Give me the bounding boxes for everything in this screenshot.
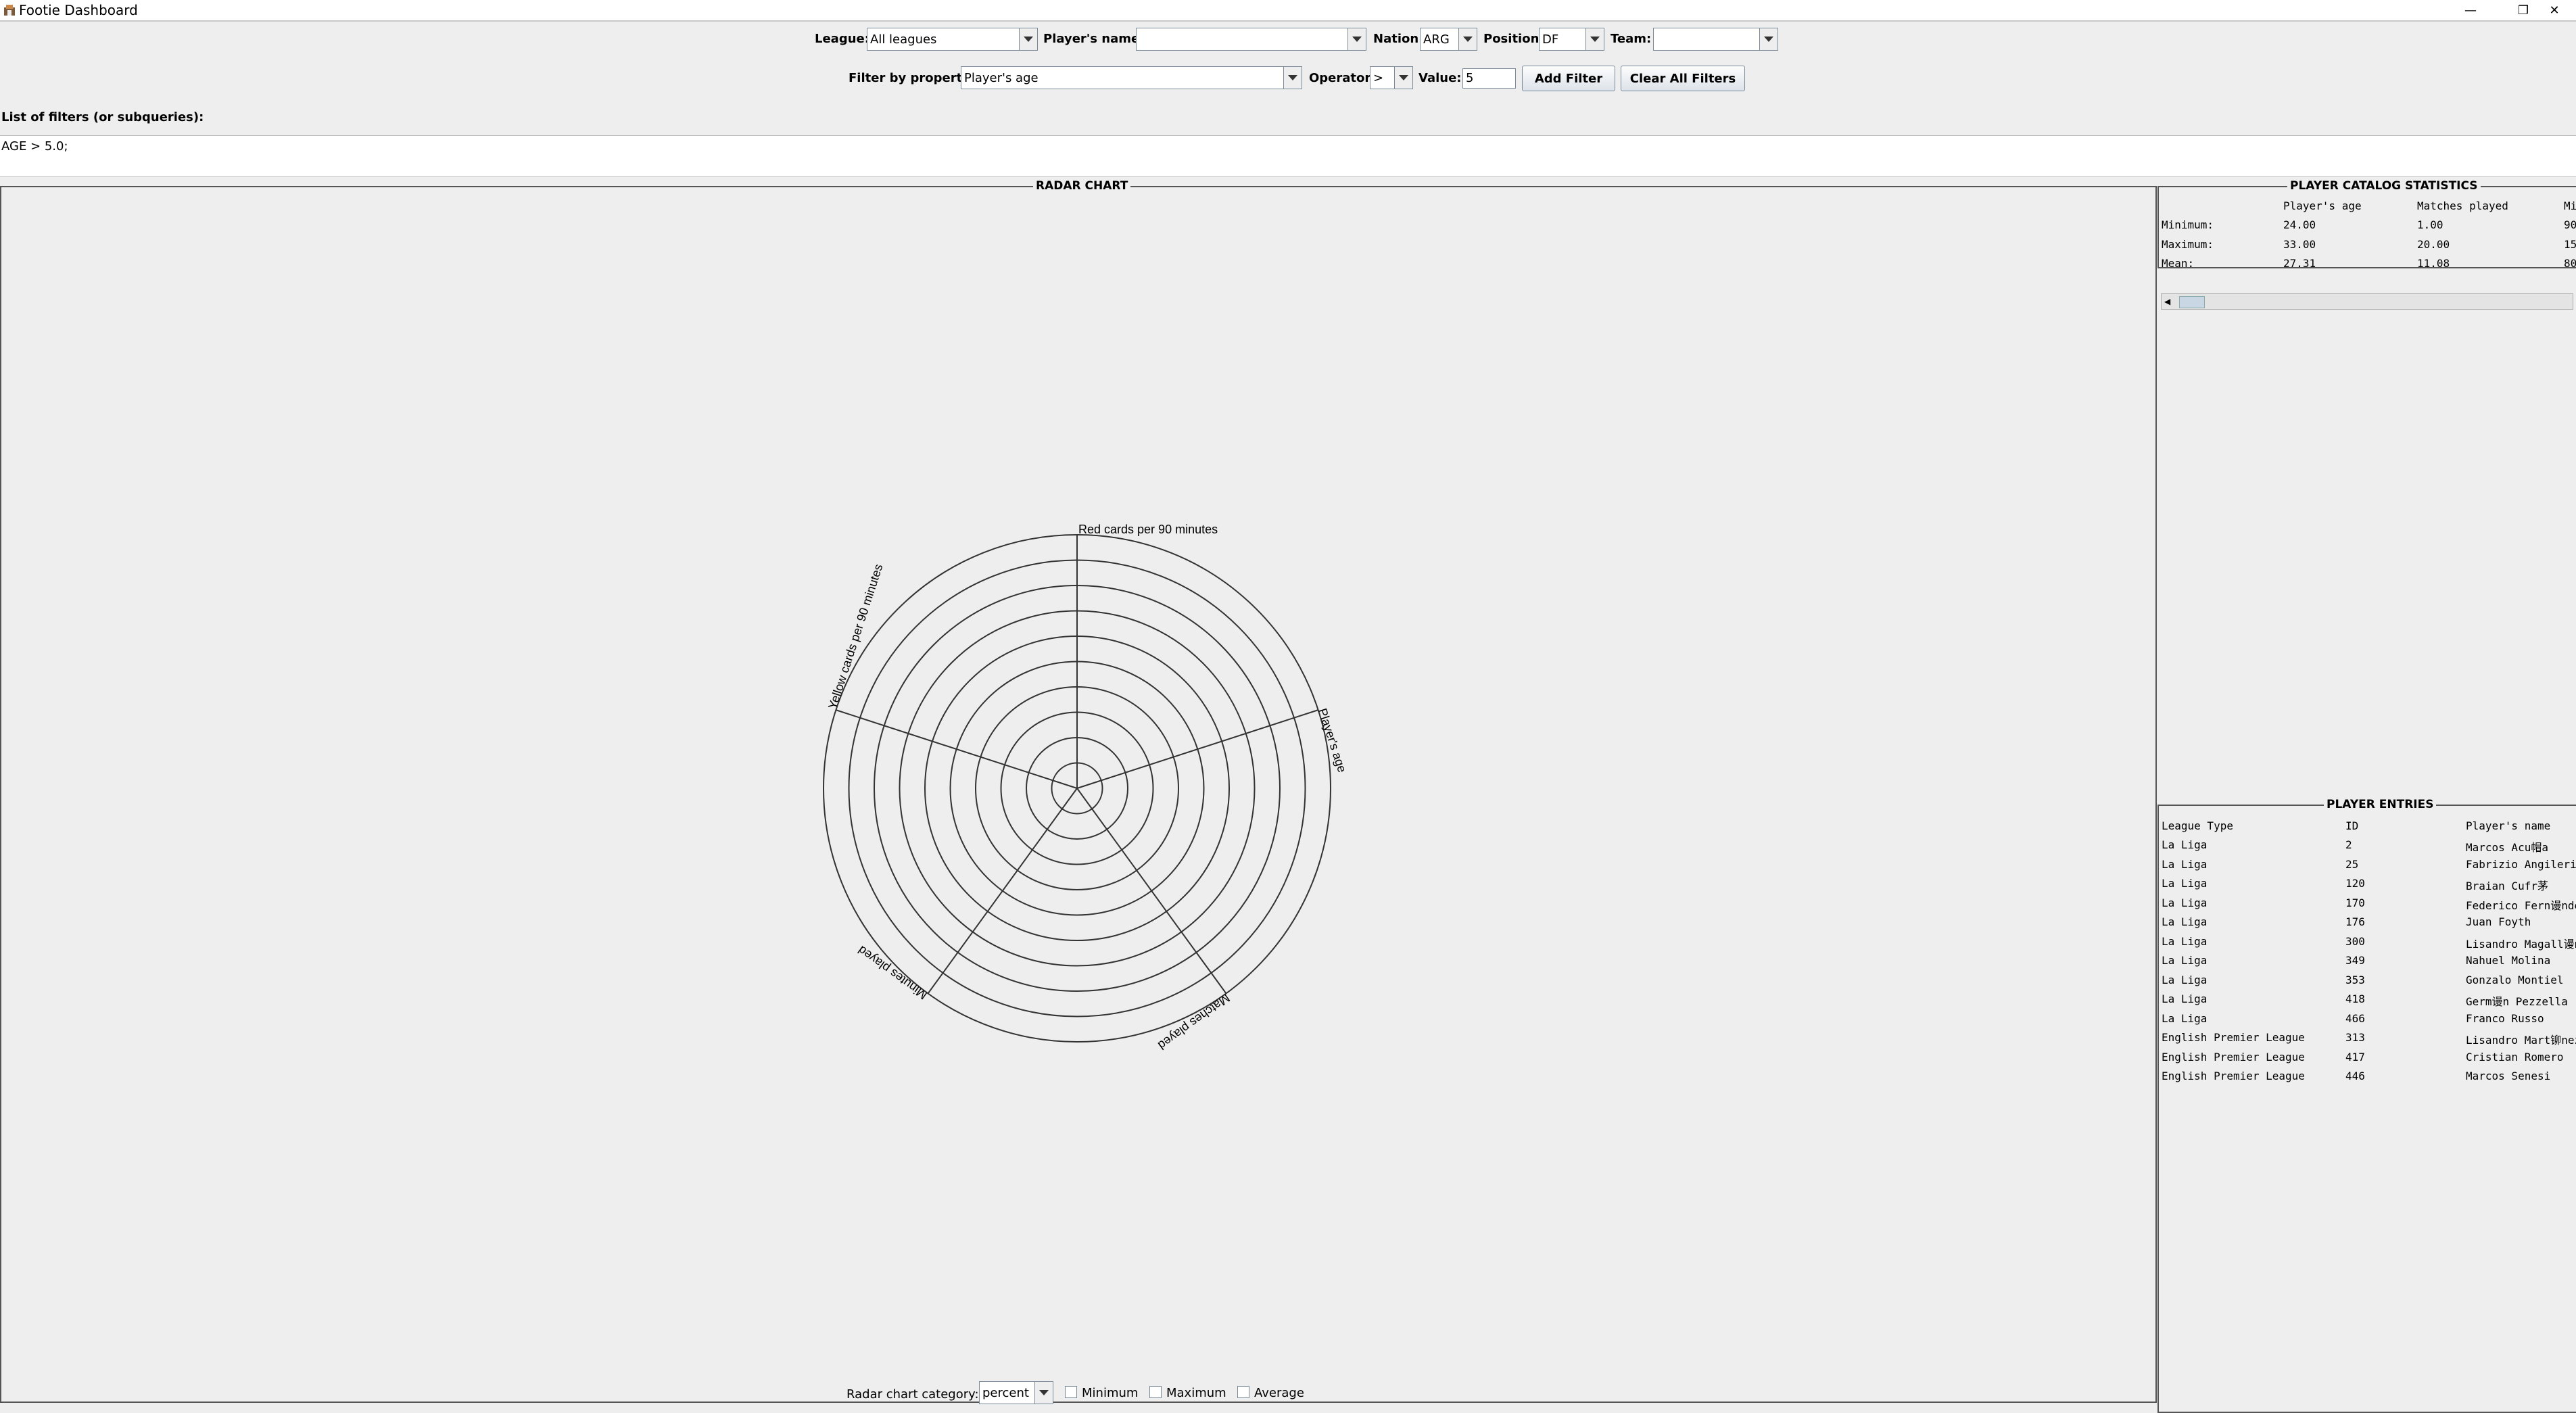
entries-cell: La Liga xyxy=(2162,1011,2208,1025)
minimum-checkbox[interactable] xyxy=(1065,1386,1077,1398)
entries-cell: Cristian Romero xyxy=(2466,1050,2564,1063)
entries-cell: Fabrizio Angileri xyxy=(2466,857,2576,871)
table-row[interactable]: La Liga 176 Juan Foyth xyxy=(2162,915,2576,932)
stats-cell: 20.00 xyxy=(2417,237,2450,251)
entries-cell: 349 xyxy=(2345,954,2365,967)
table-row[interactable]: La Liga 349 Nahuel Molina xyxy=(2162,954,2576,970)
stats-cell: 27.31 xyxy=(2283,257,2316,270)
entries-cell: La Liga xyxy=(2162,954,2208,967)
entries-cell: 25 xyxy=(2345,857,2359,871)
maximum-checkbox-label: Maximum xyxy=(1166,1386,1226,1400)
stats-cell: Maximum: xyxy=(2162,237,2214,251)
entries-cell: La Liga xyxy=(2162,857,2208,871)
stats-cell: Mean: xyxy=(2162,257,2195,270)
table-row[interactable]: La Liga 170 Federico Fern谩nde xyxy=(2162,896,2576,913)
entries-cell: 353 xyxy=(2345,973,2365,986)
stats-cell: 80 xyxy=(2564,257,2576,270)
stats-cell: Minimum: xyxy=(2162,218,2214,231)
entries-cell: 170 xyxy=(2345,896,2365,909)
entries-cell: 417 xyxy=(2345,1050,2365,1063)
table-row[interactable]: La Liga 120 Braian Cufr茅 xyxy=(2162,877,2576,893)
entries-cell: 176 xyxy=(2345,915,2365,928)
chevron-down-icon[interactable] xyxy=(1034,1382,1053,1404)
entries-column-header: League Type xyxy=(2162,819,2233,832)
maximum-checkbox[interactable] xyxy=(1149,1386,1162,1398)
table-row[interactable]: English Premier League 313 Lisandro Mart铆n… xyxy=(2162,1031,2576,1047)
entries-cell: 300 xyxy=(2345,934,2365,948)
entries-cell: Braian Cufr茅 xyxy=(2466,880,2548,892)
entries-cell: Lisandro Magall谩n xyxy=(2466,937,2576,951)
table-row[interactable]: La Liga 353 Gonzalo Montiel xyxy=(2162,974,2576,990)
table-row[interactable]: La Liga 2 Marcos Acu帽a xyxy=(2162,838,2576,855)
stats-column-header: Player's age xyxy=(2283,199,2362,212)
stats-cell: 33.00 xyxy=(2283,237,2316,251)
stats-table: Player's age Matches played Mi Minimum: 24.0… xyxy=(2162,199,2576,274)
entries-cell: La Liga xyxy=(2162,992,2208,1005)
entries-column-header: Player's name xyxy=(2466,819,2551,832)
entries-cell: La Liga xyxy=(2162,877,2208,890)
radar-axis-label: Player's age xyxy=(1316,706,1349,774)
table-row[interactable]: La Liga 300 Lisandro Magall谩n xyxy=(2162,935,2576,951)
stats-cell: 24.00 xyxy=(2283,218,2316,231)
entries-cell: English Premier League xyxy=(2162,1031,2305,1044)
radar-axis-label: Yellow cards per 90 minutes xyxy=(826,562,885,711)
radar-axis-label: Red cards per 90 minutes xyxy=(1078,523,1218,536)
entries-cell: La Liga xyxy=(2162,973,2208,986)
entries-cell: 418 xyxy=(2345,992,2365,1005)
radar-category-select[interactable]: percent xyxy=(979,1381,1053,1404)
close-button[interactable]: ✕ xyxy=(2533,0,2576,20)
restore-icon: ❐ xyxy=(2517,3,2529,18)
table-row[interactable]: English Premier League 446 Marcos Senesi xyxy=(2162,1070,2576,1086)
entries-cell: Juan Foyth xyxy=(2466,915,2531,928)
entries-cell: 466 xyxy=(2345,1011,2365,1025)
scroll-left-icon[interactable]: ◀ xyxy=(2164,297,2170,306)
entries-cell: Marcos Acu帽a xyxy=(2466,841,2548,854)
table-row[interactable]: La Liga 25 Fabrizio Angileri xyxy=(2162,858,2576,874)
table-row[interactable]: English Premier League 417 Cristian Romero xyxy=(2162,1051,2576,1067)
radar-category-label: Radar chart category: xyxy=(846,1387,979,1402)
entries-cell: Lisandro Mart铆nez xyxy=(2466,1034,2576,1047)
scrollbar-thumb[interactable] xyxy=(2179,296,2205,308)
average-checkbox[interactable] xyxy=(1237,1386,1249,1398)
radar-chart: Red cards per 90 minutes Player's age Matc… xyxy=(823,523,1349,1052)
minimize-button[interactable]: — xyxy=(2449,0,2492,20)
entries-cell: La Liga xyxy=(2162,896,2208,909)
table-row[interactable]: La Liga 418 Germ谩n Pezzella xyxy=(2162,992,2576,1009)
stats-column-header: Mi xyxy=(2564,199,2576,212)
entries-cell: Marcos Senesi xyxy=(2466,1070,2551,1082)
minimum-checkbox-label: Minimum xyxy=(1082,1386,1139,1400)
entries-cell: English Premier League xyxy=(2162,1070,2305,1082)
minimize-icon: — xyxy=(2464,3,2477,18)
radar-axis-label: Matches played xyxy=(1155,991,1233,1052)
stats-cell: 90 xyxy=(2564,218,2576,231)
entries-cell: English Premier League xyxy=(2162,1050,2305,1063)
stats-cell: 15 xyxy=(2564,237,2576,251)
player-entries-title: PLAYER ENTRIES xyxy=(2324,798,2437,811)
entries-cell: 446 xyxy=(2345,1070,2365,1082)
entries-cell: Franco Russo xyxy=(2466,1011,2544,1025)
entries-cell: Federico Fern谩nde xyxy=(2466,899,2576,912)
radar-axis-line xyxy=(927,788,1078,994)
player-entries-table[interactable]: League Type ID Player's name La Liga 2 Marcos… xyxy=(2162,819,2576,1392)
stats-column-header: Matches played xyxy=(2417,199,2508,212)
entries-cell: Gonzalo Montiel xyxy=(2466,973,2564,986)
table-row[interactable]: La Liga 466 Franco Russo xyxy=(2162,1012,2576,1028)
radar-category-value: percent xyxy=(982,1386,1029,1400)
entries-cell: 120 xyxy=(2345,877,2365,890)
radar-axis-line xyxy=(1076,788,1227,994)
stats-cell: 1.00 xyxy=(2417,218,2443,231)
entries-cell: La Liga xyxy=(2162,915,2208,928)
entries-cell: La Liga xyxy=(2162,838,2208,851)
entries-cell: Germ谩n Pezzella xyxy=(2466,995,2568,1008)
stats-horizontal-scrollbar[interactable]: ◀ xyxy=(2161,293,2573,310)
stats-cell: 11.08 xyxy=(2417,257,2450,270)
entries-cell: 313 xyxy=(2345,1031,2365,1044)
stats-title: PLAYER CATALOG STATISTICS xyxy=(2287,179,2481,193)
entries-column-header: ID xyxy=(2345,819,2359,832)
entries-cell: Nahuel Molina xyxy=(2466,954,2551,967)
average-checkbox-label: Average xyxy=(1254,1386,1304,1400)
entries-cell: 2 xyxy=(2345,838,2352,851)
entries-cell: La Liga xyxy=(2162,934,2208,948)
close-icon: ✕ xyxy=(2549,3,2560,18)
